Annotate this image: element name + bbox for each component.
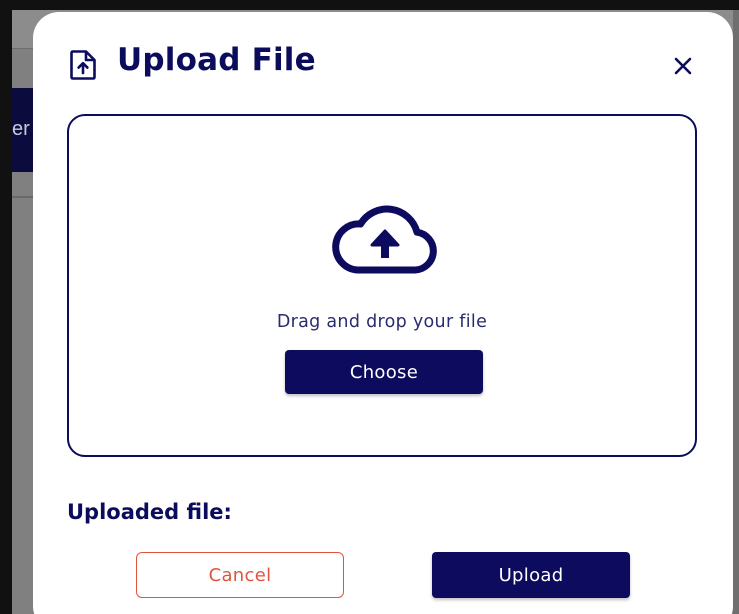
dropzone-instruction: Drag and drop your file (276, 312, 488, 332)
file-upload-icon (70, 50, 96, 80)
uploaded-file-label: Uploaded file: (67, 500, 232, 524)
upload-button[interactable]: Upload (432, 552, 630, 598)
cloud-upload-icon (329, 202, 441, 278)
close-button[interactable] (665, 48, 701, 84)
choose-file-button[interactable]: Choose (285, 350, 483, 394)
file-dropzone[interactable]: Drag and drop your file Choose (67, 114, 697, 457)
close-icon (665, 57, 701, 88)
cancel-button[interactable]: Cancel (136, 552, 344, 598)
upload-file-dialog: Upload File Drag and drop your file Choo… (33, 12, 733, 614)
window-frame-left (0, 0, 12, 614)
dialog-header: Upload File (33, 12, 733, 112)
window-frame-top (0, 0, 739, 10)
dialog-title: Upload File (117, 42, 316, 78)
background-nav-text: er (12, 118, 30, 140)
background-scrollbar (733, 10, 739, 614)
